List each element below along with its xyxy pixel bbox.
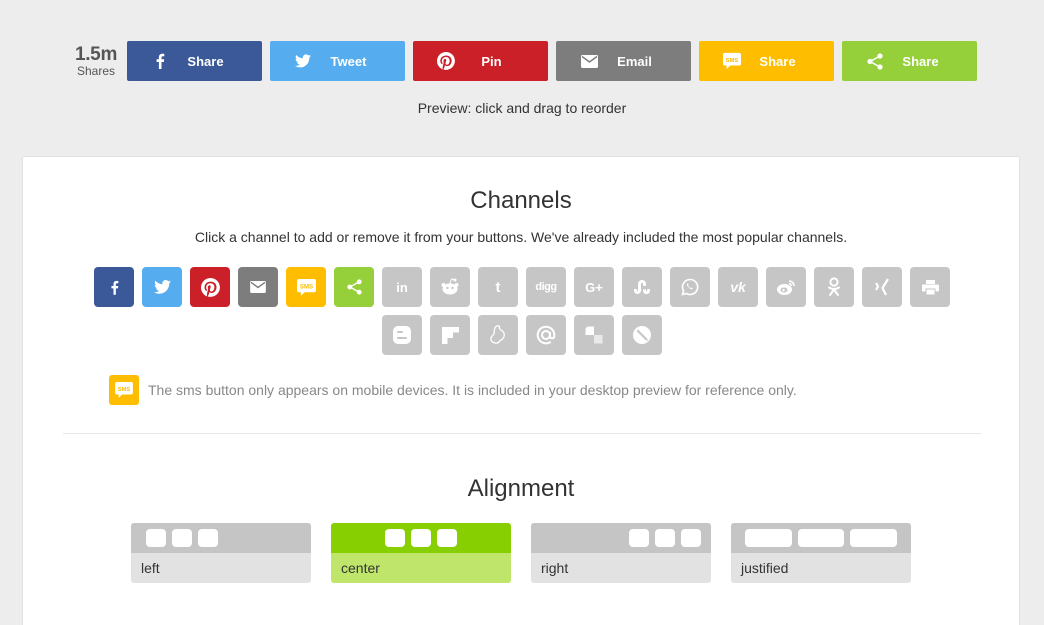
channel-pinterest[interactable]: [190, 267, 230, 307]
stumbleupon-icon: [634, 280, 650, 294]
sms-share-label: Share: [759, 53, 796, 69]
channel-reddit[interactable]: [430, 267, 470, 307]
whatsapp-icon: [681, 278, 699, 296]
linkedin-icon: in: [396, 279, 408, 295]
twitter-icon: [294, 52, 312, 70]
sms-mobile-notice: SMS The sms button only appears on mobil…: [109, 375, 797, 405]
alignment-label-left: left: [131, 553, 311, 583]
channels-description: Click a channel to add or remove it from…: [194, 229, 848, 245]
email-share-label: Email: [617, 53, 652, 69]
email-icon: [250, 281, 266, 293]
channel-delicious[interactable]: [574, 315, 614, 355]
flipboard-icon: [441, 326, 459, 344]
channel-print[interactable]: [910, 267, 950, 307]
alignment-option-left[interactable]: left: [131, 523, 311, 583]
channel-tumblr[interactable]: t: [478, 267, 518, 307]
share-icon: [866, 52, 884, 70]
channel-whatsapp[interactable]: [670, 267, 710, 307]
alignment-option-center[interactable]: center: [331, 523, 511, 583]
alignment-option-right[interactable]: right: [531, 523, 711, 583]
pinterest-pin-label: Pin: [481, 53, 502, 69]
channel-twitter[interactable]: [142, 267, 182, 307]
channel-weibo[interactable]: [766, 267, 806, 307]
channel-googleplus[interactable]: G+: [574, 267, 614, 307]
channel-sms[interactable]: SMS: [286, 267, 326, 307]
pinterest-icon: [200, 277, 220, 297]
share-count-label: Shares: [76, 64, 116, 78]
odnoklassniki-icon: [828, 277, 840, 296]
facebook-share-label: Share: [187, 53, 224, 69]
alignment-preview-left: [131, 523, 311, 553]
channel-email[interactable]: [238, 267, 278, 307]
print-icon: [921, 279, 939, 295]
share-icon: [346, 279, 362, 295]
googleplus-icon: G+: [585, 279, 603, 295]
svg-text:SMS: SMS: [726, 58, 739, 64]
tumblr-icon: t: [495, 278, 501, 296]
channel-stumbleupon[interactable]: [622, 267, 662, 307]
facebook-share-button[interactable]: Share: [127, 41, 262, 81]
twitter-icon: [153, 280, 171, 294]
alignment-preview-right: [531, 523, 711, 553]
svg-text:SMS: SMS: [299, 283, 312, 290]
facebook-icon: [110, 280, 118, 295]
sms-share-button[interactable]: SMS Share: [699, 41, 834, 81]
facebook-icon: [151, 52, 169, 70]
preview-reorder-hint: Preview: click and drag to reorder: [417, 100, 627, 116]
sms-icon: SMS: [723, 52, 741, 70]
weibo-icon: [777, 279, 795, 295]
alignment-preview-justified: [731, 523, 911, 553]
alignment-preview-center: [331, 523, 511, 553]
channel-flipboard[interactable]: [430, 315, 470, 355]
sms-icon: SMS: [296, 278, 316, 296]
channel-livejournal[interactable]: [622, 315, 662, 355]
channel-mailru[interactable]: [526, 315, 566, 355]
share-buttons-configurator: 1.5m Shares Share Tweet Pin Email SMS Sh…: [0, 0, 1044, 625]
channel-meneame[interactable]: [478, 315, 518, 355]
sms-notice-text: The sms button only appears on mobile de…: [148, 382, 797, 398]
reddit-icon: [441, 278, 459, 295]
sharethis-share-label: Share: [902, 53, 939, 69]
channel-blogger[interactable]: [382, 315, 422, 355]
channel-xing[interactable]: [862, 267, 902, 307]
channel-linkedin[interactable]: in: [382, 267, 422, 307]
settings-panel: Channels Click a channel to add or remov…: [22, 156, 1020, 625]
channel-digg[interactable]: digg: [526, 267, 566, 307]
pinterest-pin-button[interactable]: Pin: [413, 41, 548, 81]
alignment-option-justified[interactable]: justified: [731, 523, 911, 583]
channel-odnoklassniki[interactable]: [814, 267, 854, 307]
meneame-icon: [490, 325, 505, 344]
delicious-icon: [585, 326, 603, 344]
twitter-tweet-button[interactable]: Tweet: [270, 41, 405, 81]
share-button-preview: 1.5m Shares Share Tweet Pin Email SMS Sh…: [72, 41, 985, 81]
channels-heading: Channels: [470, 187, 572, 214]
blogger-icon: [393, 326, 411, 344]
digg-icon: digg: [535, 281, 557, 293]
sms-icon: SMS: [109, 375, 139, 405]
twitter-tweet-label: Tweet: [330, 53, 367, 69]
xing-icon: [875, 278, 889, 296]
mailru-icon: [536, 325, 556, 345]
alignment-heading: Alignment: [467, 475, 575, 502]
share-count: 1.5m Shares: [72, 45, 120, 77]
svg-text:SMS: SMS: [118, 387, 131, 393]
alignment-label-justified: justified: [731, 553, 911, 583]
channel-grid: SMS in t digg G+ vk: [89, 267, 955, 363]
share-count-value: 1.5m: [74, 44, 118, 65]
pinterest-icon: [437, 52, 455, 70]
section-divider: [63, 433, 981, 434]
channel-facebook[interactable]: [94, 267, 134, 307]
channel-vk[interactable]: vk: [718, 267, 758, 307]
sharethis-share-button[interactable]: Share: [842, 41, 977, 81]
alignment-label-right: right: [531, 553, 711, 583]
channel-sharethis[interactable]: [334, 267, 374, 307]
email-icon: [580, 52, 598, 70]
email-share-button[interactable]: Email: [556, 41, 691, 81]
vk-icon: vk: [730, 279, 746, 295]
alignment-options: left center right justified: [131, 523, 931, 583]
livejournal-icon: [633, 326, 651, 344]
alignment-label-center: center: [331, 553, 511, 583]
